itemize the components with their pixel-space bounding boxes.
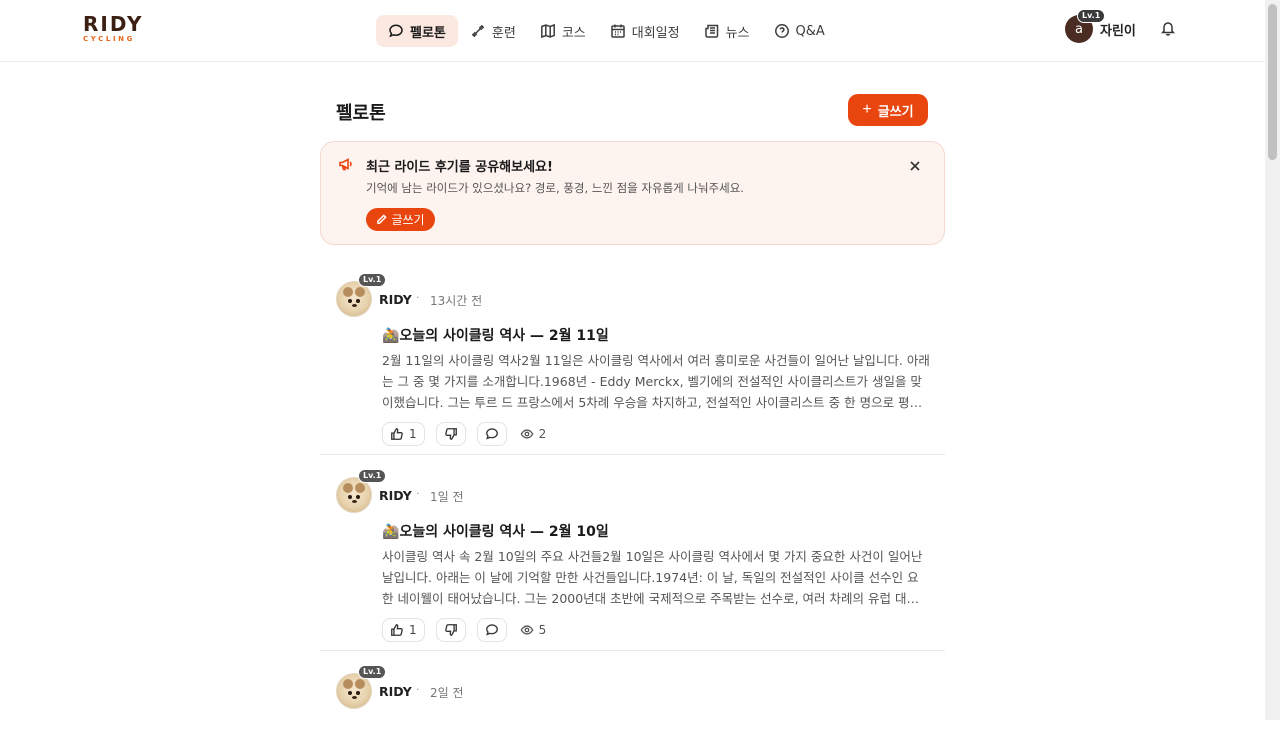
thumbs-up-icon bbox=[391, 624, 403, 636]
nav-label: Q&A bbox=[795, 23, 825, 39]
separator-dot: · bbox=[416, 683, 420, 696]
author-level-badge: Lv.1 bbox=[358, 469, 387, 483]
post-item[interactable]: Lv.1 RIDY · 2일 전 bbox=[320, 651, 945, 751]
level-badge: Lv.1 bbox=[1077, 9, 1106, 23]
dumbbell-icon bbox=[470, 23, 486, 39]
share-ride-banner: 최근 라이드 후기를 공유해보세요! 기억에 남는 라이드가 있으셨나요? 경로… bbox=[320, 141, 945, 245]
author-level-badge: Lv.1 bbox=[358, 273, 387, 287]
question-circle-icon bbox=[774, 23, 790, 39]
avatar[interactable]: a Lv.1 bbox=[1065, 9, 1106, 43]
nav-item-course[interactable]: 코스 bbox=[528, 15, 598, 47]
post-item[interactable]: Lv.1 RIDY · 13시간 전 🚵오늘의 사이클링 역사 — 2월 11일… bbox=[320, 259, 945, 455]
close-icon[interactable] bbox=[908, 158, 922, 172]
post-time: 13시간 전 bbox=[430, 294, 483, 308]
plus-icon: + bbox=[862, 101, 872, 118]
author-name[interactable]: RIDY bbox=[379, 292, 412, 307]
pencil-icon bbox=[377, 214, 388, 224]
eye-icon bbox=[520, 429, 534, 439]
page-title: 펠로톤 bbox=[336, 103, 386, 124]
write-post-button[interactable]: + 글쓰기 bbox=[848, 94, 928, 126]
comment-icon bbox=[485, 624, 498, 636]
view-count-value: 2 bbox=[538, 427, 547, 441]
thumbs-down-icon bbox=[444, 428, 457, 440]
nav-label: 훈련 bbox=[491, 25, 516, 41]
banner-write-button[interactable]: 글쓰기 bbox=[366, 208, 435, 231]
nav-item-training[interactable]: 훈련 bbox=[458, 15, 528, 47]
post-actions: 1 5 bbox=[382, 618, 546, 642]
dislike-button[interactable] bbox=[435, 422, 466, 446]
like-count: 1 bbox=[409, 623, 417, 637]
separator-dot: · bbox=[416, 487, 420, 500]
thumbs-down-icon bbox=[444, 624, 457, 636]
ridy-logo[interactable]: RIDY CYCLING bbox=[83, 14, 147, 44]
cyclist-emoji-icon: 🚵 bbox=[382, 328, 400, 344]
main-nav: 펠로톤 훈련 코스 대회일정 뉴스 Q&A bbox=[376, 15, 837, 47]
banner-title: 최근 라이드 후기를 공유해보세요! bbox=[366, 160, 553, 175]
view-count-value: 5 bbox=[538, 623, 547, 637]
post-time: 1일 전 bbox=[430, 490, 464, 504]
author-name[interactable]: RIDY bbox=[379, 684, 412, 699]
post-title[interactable]: 🚵오늘의 사이클링 역사 — 2월 10일 bbox=[382, 521, 609, 541]
nav-item-news[interactable]: 뉴스 bbox=[692, 15, 762, 47]
nav-label: 뉴스 bbox=[725, 25, 750, 41]
comment-button[interactable] bbox=[476, 422, 507, 446]
logo-main-text: RIDY bbox=[83, 12, 144, 36]
dislike-button[interactable] bbox=[435, 618, 466, 642]
post-body[interactable]: 2월 11일의 사이클링 역사2월 11일은 사이클링 역사에서 여러 흥미로운… bbox=[382, 350, 930, 413]
post-title-text: 오늘의 사이클링 역사 — 2월 11일 bbox=[399, 328, 609, 344]
nav-item-peloton[interactable]: 펠로톤 bbox=[376, 15, 458, 47]
nav-item-race-schedule[interactable]: 대회일정 bbox=[598, 15, 692, 47]
separator-dot: · bbox=[416, 291, 420, 304]
eye-icon bbox=[520, 625, 534, 635]
map-icon bbox=[540, 23, 556, 39]
chat-bubble-icon bbox=[388, 23, 404, 39]
post-title-text: 오늘의 사이클링 역사 — 2월 10일 bbox=[399, 524, 609, 540]
post-actions: 1 2 bbox=[382, 422, 546, 446]
like-count: 1 bbox=[409, 427, 417, 441]
like-button[interactable]: 1 bbox=[382, 618, 425, 642]
nav-label: 펠로톤 bbox=[410, 25, 446, 41]
banner-description: 기억에 남는 라이드가 있으셨나요? 경로, 풍경, 느낀 점을 자유롭게 나눠… bbox=[366, 181, 744, 195]
user-name[interactable]: 자린이 bbox=[1100, 20, 1136, 39]
nav-label: 대회일정 bbox=[631, 25, 680, 41]
calendar-icon bbox=[610, 23, 626, 39]
post-body[interactable]: 사이클링 역사 속 2월 10일의 주요 사건들2월 10일은 사이클링 역사에… bbox=[382, 546, 930, 609]
author-name[interactable]: RIDY bbox=[379, 488, 412, 503]
like-button[interactable]: 1 bbox=[382, 422, 425, 446]
comment-button[interactable] bbox=[476, 618, 507, 642]
thumbs-up-icon bbox=[391, 428, 403, 440]
banner-write-label: 글쓰기 bbox=[391, 213, 425, 227]
nav-label: 코스 bbox=[561, 25, 586, 41]
view-count: 2 bbox=[520, 427, 547, 441]
post-time: 2일 전 bbox=[430, 686, 464, 700]
logo-sub-text: CYCLING bbox=[83, 35, 135, 43]
page-scrollbar[interactable] bbox=[1265, 0, 1280, 720]
scroll-thumb[interactable] bbox=[1268, 4, 1277, 160]
write-post-label: 글쓰기 bbox=[877, 103, 914, 119]
top-header: RIDY CYCLING 펠로톤 훈련 코스 대회일정 뉴스 Q&A a Lv.… bbox=[0, 0, 1265, 62]
megaphone-icon bbox=[338, 156, 354, 172]
view-count: 5 bbox=[520, 623, 547, 637]
comment-icon bbox=[485, 428, 498, 440]
post-title[interactable]: 🚵오늘의 사이클링 역사 — 2월 11일 bbox=[382, 325, 609, 345]
newspaper-icon bbox=[704, 23, 720, 39]
post-item[interactable]: Lv.1 RIDY · 1일 전 🚵오늘의 사이클링 역사 — 2월 10일 사… bbox=[320, 455, 945, 651]
user-menu[interactable]: a Lv.1 자린이 bbox=[1065, 9, 1136, 43]
nav-item-qna[interactable]: Q&A bbox=[762, 15, 837, 47]
bell-icon[interactable] bbox=[1160, 20, 1176, 36]
cyclist-emoji-icon: 🚵 bbox=[382, 524, 400, 540]
author-level-badge: Lv.1 bbox=[358, 665, 387, 679]
